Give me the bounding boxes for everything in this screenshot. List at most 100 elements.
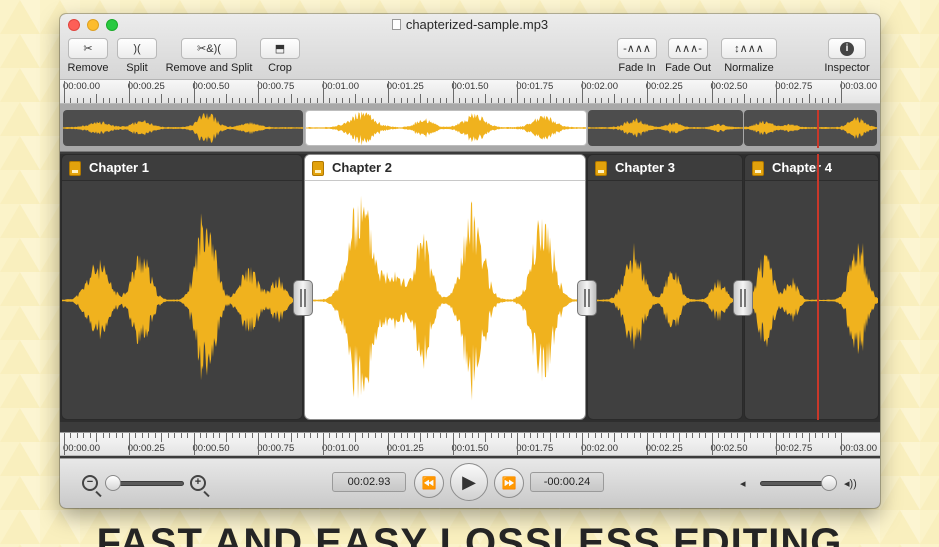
ruler-tick-mark [400, 98, 402, 103]
fade-in-tool[interactable]: -∧∧∧ Fade In [615, 38, 659, 74]
ruler-tick-mark [815, 98, 817, 103]
inspector-button[interactable]: i [828, 38, 866, 59]
ruler-tick-mark [737, 98, 739, 103]
ruler-tick-mark [219, 433, 221, 438]
crop-button[interactable]: ⬒ [260, 38, 300, 59]
ruler-tick-mark [83, 433, 85, 438]
ruler-tick-mark [420, 94, 422, 103]
ruler-tick-mark [769, 433, 771, 438]
chapter-1-header[interactable]: Chapter 1 [62, 155, 302, 181]
ruler-tick-mark [743, 433, 745, 442]
chapter-3-title[interactable]: Chapter 3 [615, 160, 675, 175]
remove-and-split-button[interactable]: ✂&)( [181, 38, 237, 59]
audio-file-icon [752, 161, 764, 176]
transport-bar: − + 00:02.93 ⏪ ▶ ⏩ -00:00.24 ◂ ◂)) [60, 458, 880, 508]
time-ruler-bottom[interactable]: 00:00.00 00:00.25 00:00.50 00:00.75 00:01.00… [60, 432, 880, 456]
chapter-2-title[interactable]: Chapter 2 [332, 160, 392, 175]
chapters-area: Chapter 1 Chapter 2 Chapter 3 Chapter 4 [60, 154, 880, 422]
ruler-tick-mark [109, 433, 111, 438]
ruler-tick-mark [277, 433, 279, 438]
overview-waveform-1 [63, 113, 303, 143]
ruler-tick-mark [594, 433, 596, 438]
fade-in-button[interactable]: -∧∧∧ [617, 38, 657, 59]
remove-and-split-tool[interactable]: ✂&)( Remove and Split [164, 38, 254, 74]
zoom-out-icon[interactable]: − [82, 475, 98, 491]
fade-out-tool[interactable]: ∧∧∧- Fade Out [664, 38, 712, 74]
ruler-tick-mark [523, 433, 525, 438]
ruler-tick-mark [277, 98, 279, 103]
volume-low-icon: ◂ [740, 478, 746, 490]
normalize-tool[interactable]: ↕∧∧∧ Normalize [718, 38, 780, 74]
ruler-tick-mark [802, 433, 804, 438]
chapter-1[interactable]: Chapter 1 [61, 154, 303, 420]
chapter-split-handle-3[interactable] [733, 280, 753, 316]
play-button[interactable]: ▶ [450, 463, 488, 501]
volume-slider-knob[interactable] [821, 475, 837, 491]
ruler-tick-mark [672, 98, 674, 103]
remove-button[interactable]: ✂ [68, 38, 108, 59]
ruler-tick-mark [348, 433, 350, 438]
overview-chapter-4[interactable] [744, 110, 877, 146]
chapter-2-header[interactable]: Chapter 2 [305, 155, 585, 181]
waveform-path [62, 213, 302, 381]
ruler-tick-mark [446, 433, 448, 438]
ruler-tick-mark [297, 98, 299, 103]
chapter-3-waveform[interactable] [588, 182, 742, 419]
overview-chapter-1[interactable] [63, 110, 303, 146]
ruler-tick-mark [795, 433, 797, 438]
ruler-tick-mark [433, 433, 435, 438]
remaining-time-display: -00:00.24 [530, 472, 604, 492]
ruler-tick-mark [536, 98, 538, 103]
ruler-tick-mark [381, 98, 383, 103]
chapter-1-title[interactable]: Chapter 1 [89, 160, 149, 175]
chapter-1-waveform[interactable] [62, 182, 302, 419]
ruler-tick-mark [633, 98, 635, 103]
chapter-2[interactable]: Chapter 2 [304, 154, 586, 420]
ruler-tick-mark [154, 98, 156, 103]
chapter-3[interactable]: Chapter 3 [587, 154, 743, 420]
ruler-tick-mark [782, 433, 784, 438]
chapter-3-header[interactable]: Chapter 3 [588, 155, 742, 181]
ruler-tick-mark [128, 81, 130, 103]
normalize-button[interactable]: ↕∧∧∧ [721, 38, 777, 59]
ruler-tick-mark [737, 433, 739, 438]
audio-file-icon [595, 161, 607, 176]
time-ruler-top[interactable]: 00:00.00 00:00.25 00:00.50 00:00.75 00:01.00… [60, 80, 880, 104]
crop-tool[interactable]: ⬒ Crop [259, 38, 301, 74]
chapter-4-waveform[interactable] [745, 182, 878, 419]
overview-chapter-2[interactable] [305, 110, 587, 146]
ruler-tick-mark [413, 98, 415, 103]
zoom-slider-knob[interactable] [105, 475, 121, 491]
ruler-tick-mark [310, 98, 312, 103]
inspector-tool[interactable]: i Inspector [822, 38, 872, 74]
zoom-in-icon[interactable]: + [190, 475, 206, 491]
playhead[interactable] [817, 154, 819, 420]
ruler-tick-mark [264, 433, 266, 438]
ruler-tick-mark [361, 433, 363, 438]
chapter-split-handle-2[interactable] [577, 280, 597, 316]
fade-out-icon: ∧∧∧- [674, 43, 702, 55]
chapter-4-title[interactable]: Chapter 4 [772, 160, 832, 175]
fade-out-button[interactable]: ∧∧∧- [668, 38, 708, 59]
overview-strip[interactable] [60, 104, 880, 152]
ruler-tick-mark [212, 98, 214, 103]
split-button[interactable]: )( [117, 38, 157, 59]
ruler-tick-mark [109, 98, 111, 103]
ruler-tick-mark [698, 98, 700, 103]
ruler-tick-mark [717, 98, 719, 103]
fast-forward-button[interactable]: ⏩ [494, 468, 524, 498]
ruler-tick-mark [705, 433, 707, 438]
split-tool[interactable]: )( Split [116, 38, 158, 74]
remove-tool[interactable]: ✂ Remove [66, 38, 110, 74]
chapter-4-header[interactable]: Chapter 4 [745, 155, 878, 181]
ruler-tick-mark [394, 98, 396, 103]
ruler-tick-mark [187, 98, 189, 103]
chapter-split-handle-1[interactable] [293, 280, 313, 316]
ruler-tick-mark [620, 433, 622, 438]
rewind-button[interactable]: ⏪ [414, 468, 444, 498]
chapter-2-waveform[interactable] [305, 182, 585, 419]
chapter-4[interactable]: Chapter 4 [744, 154, 879, 420]
ruler-tick-mark [225, 94, 227, 103]
overview-chapter-3[interactable] [588, 110, 743, 146]
overview-waveform-2 [306, 111, 586, 145]
